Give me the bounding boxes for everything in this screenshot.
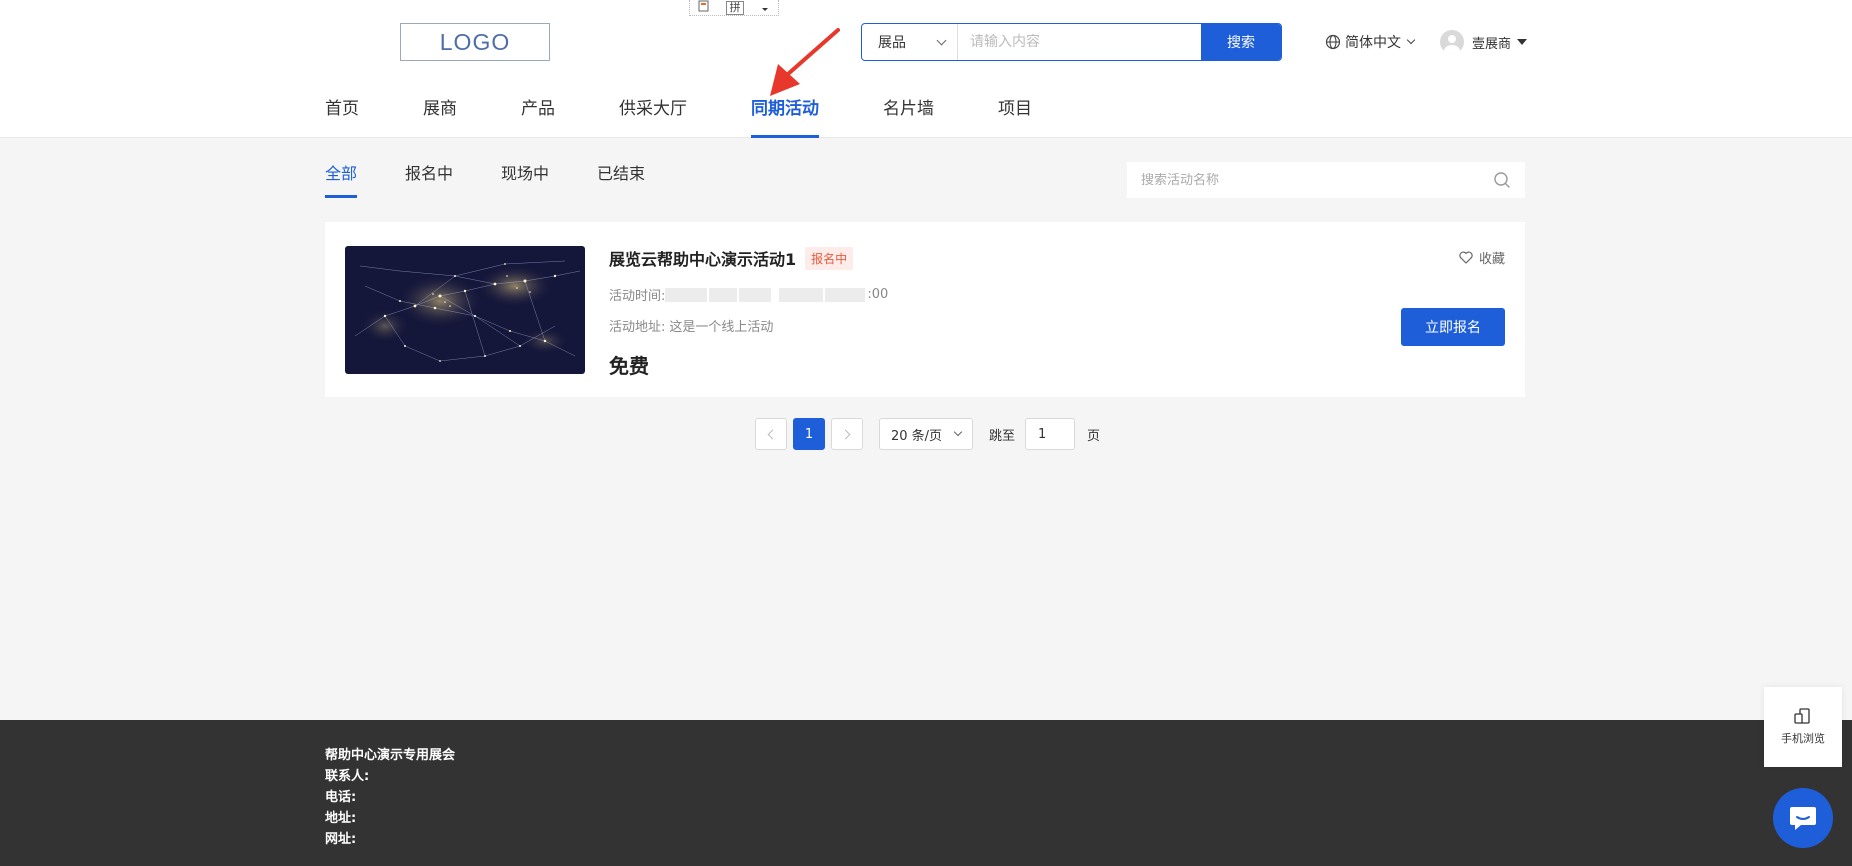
favorite-button[interactable]: 收藏 <box>1459 248 1505 267</box>
chevron-down-icon <box>953 427 963 437</box>
status-badge: 报名中 <box>805 246 854 270</box>
tab-ongoing[interactable]: 现场中 <box>501 160 549 198</box>
mobile-view-button[interactable]: 手机浏览 <box>1764 687 1842 767</box>
footer-expo-name: 帮助中心演示专用展会 <box>325 748 456 763</box>
search-icon[interactable] <box>1493 171 1511 189</box>
jump-label: 跳至 <box>989 428 1016 444</box>
mobile-icon <box>1794 708 1810 724</box>
nav-home[interactable]: 首页 <box>325 90 359 138</box>
tab-registering[interactable]: 报名中 <box>405 160 453 198</box>
page-size-value: 20 条/页 <box>891 428 943 444</box>
nav-procurement[interactable]: 供采大厅 <box>619 90 687 138</box>
next-page-button[interactable] <box>831 418 863 450</box>
footer-address: 地址: <box>325 811 357 826</box>
language-label: 简体中文 <box>1345 35 1401 51</box>
site-logo[interactable]: LOGO <box>400 23 550 61</box>
ime-doc-icon[interactable] <box>698 0 710 15</box>
pagination: 1 20 条/页 跳至 页 <box>755 418 1100 450</box>
signup-button[interactable]: 立即报名 <box>1401 308 1505 346</box>
nav-products[interactable]: 产品 <box>521 90 555 138</box>
footer: 帮助中心演示专用展会 联系人: 电话: 地址: 网址: <box>0 720 1852 866</box>
search-button[interactable]: 搜索 <box>1201 24 1281 60</box>
activity-address: 活动地址: 这是一个线上活动 <box>609 316 773 335</box>
language-switcher[interactable]: 简体中文 <box>1325 32 1416 52</box>
ime-menu-icon[interactable] <box>760 1 770 15</box>
chevron-down-icon <box>1406 35 1416 45</box>
nav-events[interactable]: 同期活动 <box>751 90 819 138</box>
footer-info: 帮助中心演示专用展会 联系人: 电话: 地址: 网址: <box>325 745 455 850</box>
search-type-value: 展品 <box>878 35 906 51</box>
nav-exhibitors[interactable]: 展商 <box>423 90 457 138</box>
chevron-down-icon <box>936 35 947 45</box>
activity-time-suffix: :00 <box>867 287 889 302</box>
activity-title[interactable]: 展览云帮助中心演示活动1 <box>609 246 796 270</box>
chat-button[interactable] <box>1773 788 1833 848</box>
status-tabs: 全部 报名中 现场中 已结束 <box>325 160 693 198</box>
main-nav: 首页 展商 产品 供采大厅 同期活动 名片墙 项目 <box>325 90 1096 138</box>
user-name: 壹展商 <box>1472 36 1512 52</box>
activity-address-label: 活动地址: <box>609 320 666 335</box>
activity-time-label: 活动时间: <box>609 289 666 304</box>
activity-time: 活动时间: :00 <box>609 285 888 304</box>
activity-search <box>1127 162 1525 198</box>
header: 拼 LOGO 展品 搜索 简体中文 壹展商 首页 展商 产品 供采大厅 同期活动… <box>0 0 1852 138</box>
chevron-left-icon <box>767 429 778 439</box>
tab-all[interactable]: 全部 <box>325 160 358 198</box>
tab-ended[interactable]: 已结束 <box>597 160 645 198</box>
globe-icon <box>1325 34 1341 50</box>
activity-title-row: 展览云帮助中心演示活动1 报名中 <box>609 246 854 270</box>
activity-address-value: 这是一个线上活动 <box>669 320 774 335</box>
search-type-select[interactable]: 展品 <box>862 24 958 60</box>
activity-price: 免费 <box>609 354 649 378</box>
search-input[interactable] <box>958 24 1201 60</box>
activity-thumbnail[interactable] <box>345 246 585 374</box>
nav-card-wall[interactable]: 名片墙 <box>883 90 934 138</box>
footer-website: 网址: <box>325 832 357 847</box>
page-button-current[interactable]: 1 <box>793 418 825 450</box>
chevron-right-icon <box>840 429 851 439</box>
avatar <box>1440 30 1464 54</box>
footer-phone: 电话: <box>325 790 357 805</box>
user-menu[interactable]: 壹展商 <box>1440 29 1528 55</box>
global-search: 展品 搜索 <box>861 23 1282 61</box>
page-size-select[interactable]: 20 条/页 <box>879 418 973 450</box>
mobile-view-label: 手机浏览 <box>1781 732 1825 745</box>
page-unit-label: 页 <box>1087 428 1101 444</box>
activity-card[interactable]: 展览云帮助中心演示活动1 报名中 活动时间: :00 活动地址: 这是一个线上活… <box>325 222 1525 397</box>
heart-icon <box>1459 251 1473 264</box>
caret-down-icon <box>1517 39 1528 45</box>
activity-search-input[interactable] <box>1141 172 1493 188</box>
ime-pinyin-icon[interactable]: 拼 <box>726 0 744 15</box>
chat-icon <box>1790 807 1816 830</box>
jump-page-input[interactable] <box>1025 418 1076 450</box>
ime-toolbar[interactable]: 拼 <box>689 0 779 16</box>
activity-time-redacted <box>665 287 867 302</box>
prev-page-button[interactable] <box>755 418 787 450</box>
favorite-label: 收藏 <box>1478 252 1505 267</box>
footer-contact: 联系人: <box>325 769 370 784</box>
nav-projects[interactable]: 项目 <box>998 90 1032 138</box>
